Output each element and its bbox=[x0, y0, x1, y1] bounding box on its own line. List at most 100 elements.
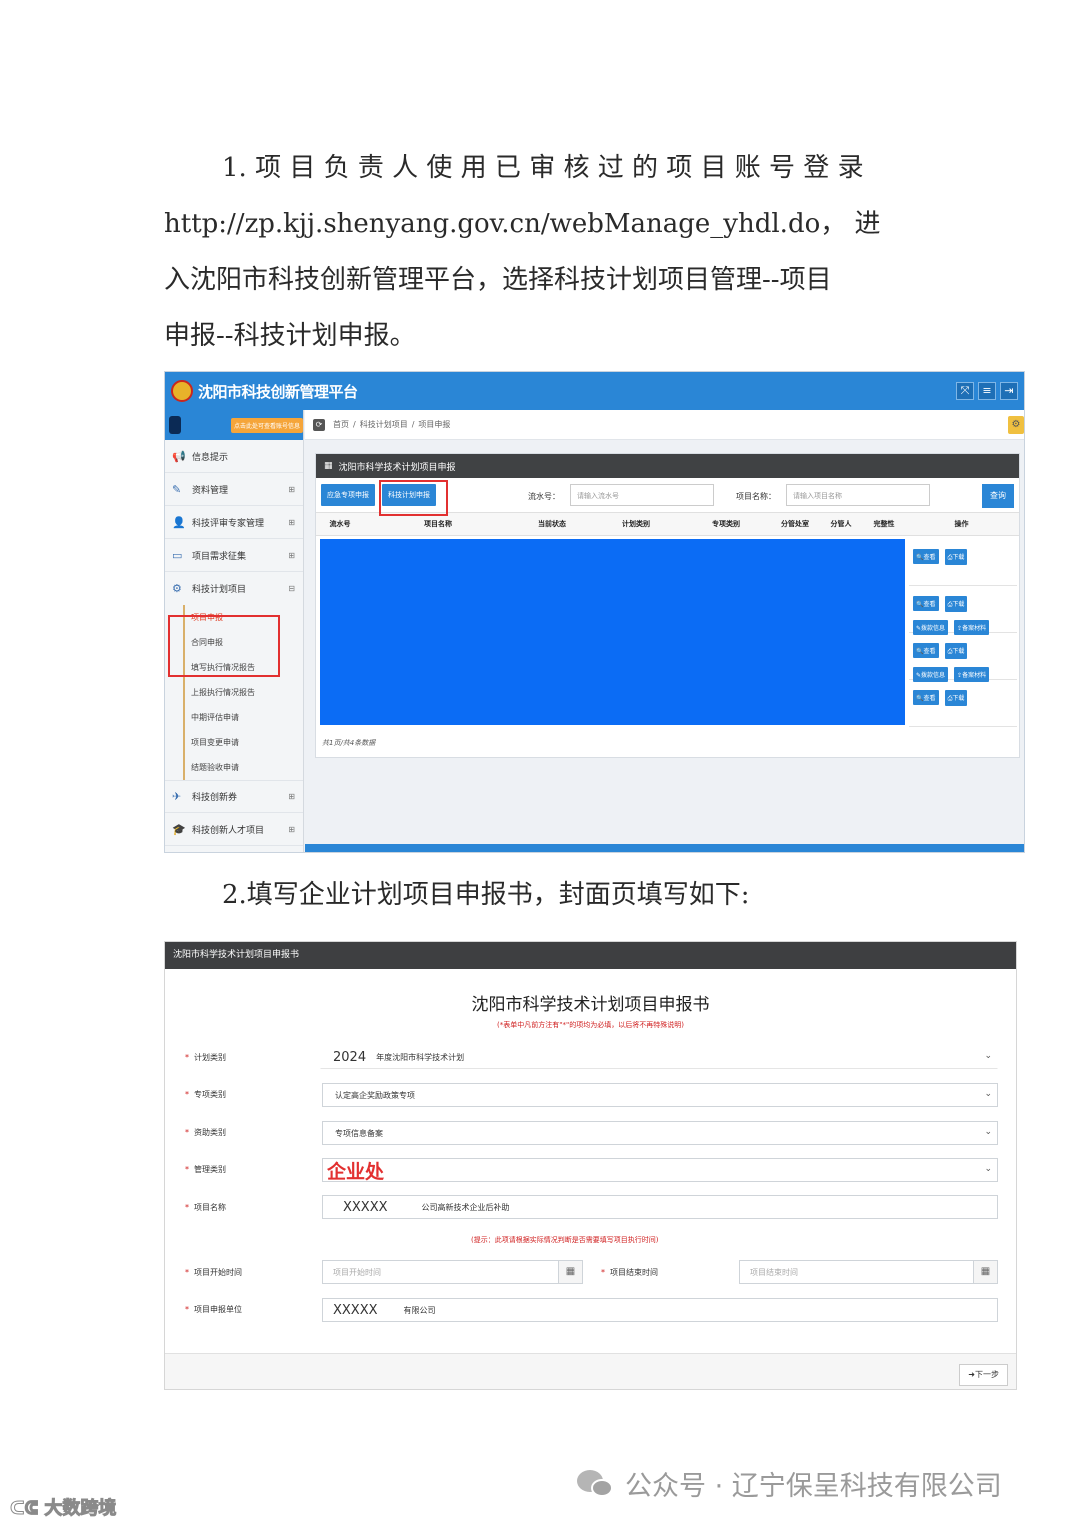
project-name-label: * 项目名称 bbox=[185, 1203, 226, 1212]
expand-icon[interactable]: ⊞ bbox=[288, 518, 295, 527]
sidebar-item-materials[interactable]: ✎ 资料管理 ⊞ bbox=[165, 473, 303, 506]
sidebar-item-label: 信息提示 bbox=[192, 452, 229, 463]
view-button[interactable]: 🔍查看 bbox=[913, 643, 939, 658]
column-header: 计划类别 bbox=[622, 520, 650, 528]
sidebar-item-talent[interactable]: 🎓 科技创新人才项目 ⊞ bbox=[165, 813, 303, 846]
unit-prefix: XXXXX bbox=[333, 1302, 378, 1318]
megaphone-icon: 📢 bbox=[172, 449, 186, 463]
view-button[interactable]: 🔍查看 bbox=[913, 549, 939, 564]
sidebar-item-label: 科技创新券 bbox=[192, 793, 238, 803]
end-time-input[interactable]: 项目结束时间 ▦ bbox=[739, 1260, 998, 1284]
download-button[interactable]: ⎙下载 bbox=[944, 643, 968, 659]
sidebar-item-experts[interactable]: 👤 科技评审专家管理 ⊞ bbox=[165, 506, 303, 539]
breadcrumb-plan[interactable]: 科技计划项目 bbox=[360, 419, 408, 430]
menu-icon[interactable]: ≡ bbox=[978, 382, 996, 400]
sidebar-item-voucher[interactable]: ✈ 科技创新券 ⊞ bbox=[165, 780, 303, 813]
breadcrumb: ⟳ 首页 / 科技计划项目 / 项目申报 ⚙ bbox=[305, 410, 1024, 440]
sidebar-item-label: 项目需求征集 bbox=[192, 551, 247, 562]
collapse-icon[interactable]: ⊟ bbox=[288, 584, 295, 593]
time-tip: (提示：此项请根据实际情况判断是否需要填写项目执行时间) bbox=[471, 1236, 659, 1244]
redacted-table-rows bbox=[320, 539, 905, 725]
column-header: 完整性 bbox=[873, 520, 895, 528]
breadcrumb-home[interactable]: 首页 bbox=[333, 419, 349, 430]
sub-item-change[interactable]: 项目变更申请 bbox=[183, 730, 303, 755]
gear-icon[interactable]: ⚙ bbox=[1008, 416, 1024, 434]
bottom-bar bbox=[305, 844, 1024, 852]
refresh-icon[interactable]: ⟳ bbox=[313, 418, 325, 431]
special-type-select[interactable]: 认定高企奖励政策专项 ⌄ bbox=[322, 1083, 998, 1107]
arrow-right-icon: ➜ bbox=[968, 1370, 975, 1379]
edit-icon: ✎ bbox=[172, 482, 182, 496]
expand-icon[interactable]: ⊞ bbox=[288, 485, 295, 494]
appropriation-button[interactable]: ✎拨款信息 bbox=[913, 620, 949, 635]
sidebar-item-demand[interactable]: ▭ 项目需求征集 ⊞ bbox=[165, 539, 303, 572]
emergency-apply-button[interactable]: 应急专项申报 bbox=[321, 484, 375, 506]
calendar-icon[interactable]: ▦ bbox=[973, 1261, 997, 1283]
special-type-label: * 专项类别 bbox=[185, 1090, 226, 1099]
manage-type-label: * 管理类别 bbox=[185, 1165, 226, 1174]
column-header: 当前状态 bbox=[538, 520, 566, 528]
monitor-icon: ▭ bbox=[172, 548, 183, 562]
manage-type-value: 企业处 bbox=[327, 1160, 385, 1183]
expand-icon[interactable]: ⊞ bbox=[288, 792, 295, 801]
filing-button[interactable]: ⇪备案材料 bbox=[954, 667, 990, 682]
step1-line1: 1. 项 目 负 责 人 使 用 已 审 核 过 的 项 目 账 号 登 录 bbox=[222, 153, 864, 183]
project-panel: ▦ 沈阳市科学技术计划项目申报 应急专项申报 科技计划申报 流水号： 请输入流水… bbox=[315, 453, 1020, 758]
avatar[interactable] bbox=[169, 416, 181, 434]
fullscreen-icon[interactable]: ⤧ bbox=[956, 382, 974, 400]
step2-paragraph: 2.填写企业计划项目申报书，封面页填写如下: bbox=[222, 880, 750, 910]
unit-input[interactable]: XXXXX 有限公司 bbox=[322, 1298, 998, 1322]
column-header: 分管处室 bbox=[781, 520, 809, 528]
calendar-icon[interactable]: ▦ bbox=[558, 1261, 582, 1283]
table-row: 🔍查看 ⎙下载 bbox=[909, 539, 1017, 586]
project-name-input[interactable]: 请输入项目名称 bbox=[786, 484, 930, 506]
operations-column: 🔍查看 ⎙下载 🔍查看 ⎙下载 ✎拨款信息 ⇪备案材料 🔍查看 ⎙下载 ✎拨款信… bbox=[909, 539, 1017, 727]
highlight-box-menu bbox=[168, 615, 280, 677]
sub-item-acceptance[interactable]: 结题验收申请 bbox=[183, 755, 303, 780]
unit-label: * 项目申报单位 bbox=[185, 1305, 242, 1314]
sub-item-midterm[interactable]: 中期评估申请 bbox=[183, 705, 303, 730]
start-time-input[interactable]: 项目开始时间 ▦ bbox=[322, 1260, 583, 1284]
cogs-icon: ⚙ bbox=[172, 582, 182, 595]
project-name-label: 项目名称： bbox=[736, 492, 776, 501]
project-name-prefix: XXXXX bbox=[343, 1199, 388, 1215]
logout-icon[interactable]: ⇥ bbox=[1000, 382, 1018, 400]
main-content: ⟳ 首页 / 科技计划项目 / 项目申报 ⚙ ▦ 沈阳市科学技术计划项目申报 应… bbox=[305, 410, 1024, 852]
table-row: 🔍查看 ⎙下载 ✎拨款信息 ⇪备案材料 bbox=[909, 633, 1017, 682]
application-form-screenshot: 沈阳市科学技术计划项目申报书 沈阳市科学技术计划项目申报书 (*表单中凡前方注有… bbox=[164, 941, 1017, 1390]
user-tip: 点击此处可查看账号信息 bbox=[230, 417, 303, 433]
expand-icon[interactable]: ⊞ bbox=[288, 825, 295, 834]
user-icon: 👤 bbox=[172, 515, 186, 529]
view-button[interactable]: 🔍查看 bbox=[913, 596, 939, 611]
expand-icon[interactable]: ⊞ bbox=[288, 551, 295, 560]
download-button[interactable]: ⎙下载 bbox=[944, 549, 968, 565]
appropriation-button[interactable]: ✎拨款信息 bbox=[913, 667, 949, 682]
sidebar-item-plan-projects[interactable]: ⚙ 科技计划项目 ⊟ bbox=[165, 572, 303, 605]
step1-line2: http://zp.kjj.shenyang.gov.cn/webManage_… bbox=[164, 209, 881, 239]
filing-button[interactable]: ⇪备案材料 bbox=[954, 620, 990, 635]
table-row: 🔍查看 ⎙下载 bbox=[909, 680, 1017, 727]
view-button[interactable]: 🔍查看 bbox=[913, 690, 939, 705]
project-name-value: 公司高新技术企业后补助 bbox=[421, 1202, 510, 1212]
sidebar-item-info[interactable]: 📢 信息提示 bbox=[165, 440, 303, 473]
sidebar-item-label: 科技评审专家管理 bbox=[192, 518, 265, 529]
panel-header: ▦ 沈阳市科学技术计划项目申报 bbox=[316, 454, 1019, 478]
step1-paragraph: 1. 项 目 负 责 人 使 用 已 审 核 过 的 项 目 账 号 登 录 h… bbox=[164, 140, 916, 364]
serial-input[interactable]: 请输入流水号 bbox=[570, 484, 714, 506]
plan-type-label: * 计划类别 bbox=[185, 1053, 226, 1062]
chevron-down-icon: ⌄ bbox=[984, 1127, 992, 1137]
funding-type-select[interactable]: 专项信息备案 ⌄ bbox=[322, 1121, 998, 1145]
chevron-down-icon: ⌄ bbox=[984, 1051, 992, 1061]
plan-type-select[interactable]: 2024 年度沈阳市科学技术计划 ⌄ bbox=[320, 1045, 998, 1069]
download-button[interactable]: ⎙下载 bbox=[944, 596, 968, 612]
manage-type-select[interactable]: 企业处 ⌄ bbox=[322, 1158, 998, 1183]
plan-year: 2024 bbox=[333, 1049, 367, 1065]
project-name-input[interactable]: XXXXX 公司高新技术企业后补助 bbox=[322, 1195, 998, 1219]
sub-item-submit-report[interactable]: 上报执行情况报告 bbox=[183, 680, 303, 705]
end-time-label: * 项目结束时间 bbox=[601, 1268, 658, 1277]
platform-screenshot: 沈阳市科技创新管理平台 ⤧ ≡ ⇥ 点击此处可查看账号信息 📢 信息提示 ✎ 资… bbox=[164, 371, 1025, 853]
next-step-button[interactable]: ➜下一步 bbox=[959, 1364, 1008, 1386]
query-button[interactable]: 查询 bbox=[982, 484, 1014, 508]
step1-line3: 入沈阳市科技创新管理平台，选择科技计划项目管理--项目 bbox=[164, 265, 832, 295]
download-button[interactable]: ⎙下载 bbox=[944, 690, 968, 706]
